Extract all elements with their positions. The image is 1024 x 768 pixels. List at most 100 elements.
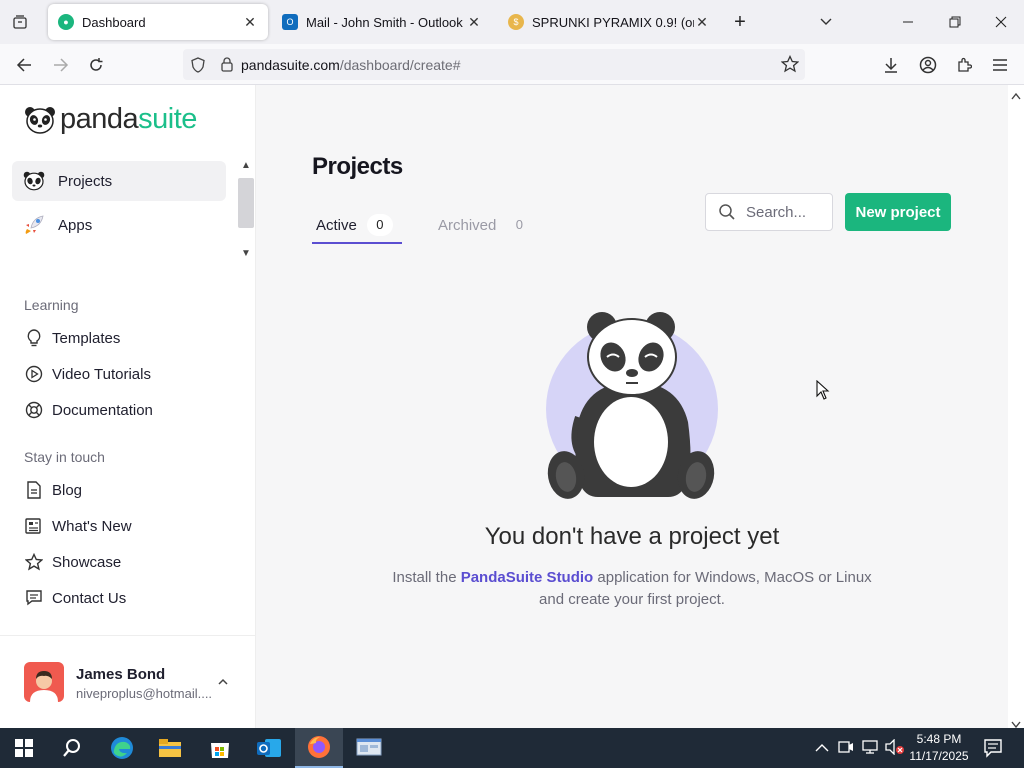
file-explorer-icon[interactable] (146, 728, 194, 768)
sidebar-item-label: Blog (52, 481, 83, 499)
page-title: Projects (312, 153, 403, 180)
section-title-learning: Learning (24, 297, 79, 313)
pandasuite-studio-link[interactable]: PandaSuite Studio (461, 569, 594, 586)
downloads-icon[interactable] (878, 52, 904, 78)
browser-tab-bar: ● Dashboard ✕ O Mail - John Smith - Outl… (0, 0, 1024, 44)
tab-archived[interactable]: Archived 0 (438, 214, 532, 236)
scroll-up-icon[interactable] (1011, 87, 1021, 105)
meet-now-icon[interactable] (838, 739, 854, 760)
tab-label: Active (316, 216, 357, 234)
chevron-up-icon[interactable] (217, 674, 229, 692)
browser-nav-bar: pandasuite.com/dashboard/create# (0, 44, 1024, 85)
scrollbar-thumb[interactable] (238, 178, 254, 228)
empty-state-title: You don't have a project yet (484, 523, 780, 550)
app-window-taskbar-icon[interactable] (345, 728, 393, 768)
lock-icon[interactable] (213, 57, 241, 72)
url-path: /dashboard/create# (339, 56, 461, 73)
page-scrollbar[interactable] (1008, 85, 1024, 729)
sidebar-item-label: Apps (58, 216, 93, 234)
newspaper-icon (24, 516, 44, 536)
bookmark-star-icon[interactable] (780, 54, 800, 76)
tab-active-underline (312, 242, 402, 244)
edge-icon[interactable] (98, 728, 146, 768)
scroll-up-icon[interactable]: ▲ (241, 160, 251, 171)
firefox-taskbar-icon[interactable] (295, 728, 343, 768)
new-tab-icon[interactable]: + (728, 10, 752, 34)
start-button[interactable] (0, 728, 48, 768)
empty-state-description: Install the PandaSuite Studio applicatio… (392, 567, 872, 611)
sidebar-item-label: Contact Us (52, 589, 127, 607)
sidebar-item-blog[interactable]: Blog (24, 480, 82, 500)
restore-icon[interactable] (943, 10, 967, 34)
close-tab-icon[interactable]: ✕ (242, 14, 258, 31)
tab-active[interactable]: Active 0 (316, 214, 393, 236)
avatar (24, 662, 64, 702)
document-icon (24, 480, 44, 500)
close-tab-icon[interactable]: ✕ (694, 14, 710, 31)
extensions-icon[interactable] (951, 52, 977, 78)
url-bar[interactable]: pandasuite.com/dashboard/create# (183, 49, 805, 80)
pandasuite-logo[interactable]: panda suite (24, 103, 197, 136)
tab-title: SPRUNKI PYRAMIX 0.9! (origina (532, 14, 694, 30)
windows-logo-icon (15, 739, 33, 757)
close-window-icon[interactable] (989, 10, 1013, 34)
outlook-taskbar-icon[interactable] (245, 728, 293, 768)
sidebar-item-label: Showcase (52, 553, 122, 571)
tab-count-badge: 0 (366, 214, 393, 236)
sidebar-scrollbar[interactable]: ▲ ▼ (238, 160, 254, 265)
user-profile[interactable]: James Bond niveproplus@hotmail.... (24, 662, 239, 704)
tab-dashboard[interactable]: ● Dashboard ✕ (48, 4, 268, 40)
panda-icon (22, 169, 46, 193)
tab-overview-icon[interactable] (8, 10, 32, 34)
microsoft-store-icon[interactable] (196, 728, 244, 768)
tab-title: Dashboard (82, 14, 146, 30)
clock-date: 11/17/2025 (909, 749, 969, 763)
volume-muted-icon[interactable] (885, 738, 905, 760)
taskbar-clock[interactable]: 5:48 PM 11/17/2025 (903, 731, 975, 765)
reload-icon[interactable] (83, 52, 109, 78)
sidebar-item-contact-us[interactable]: Contact Us (24, 588, 126, 608)
close-tab-icon[interactable]: ✕ (466, 14, 482, 31)
sidebar-item-documentation[interactable]: Documentation (24, 400, 153, 420)
sidebar-item-label: What's New (52, 517, 132, 535)
user-name: James Bond (76, 666, 166, 683)
rocket-icon (22, 213, 46, 237)
minimize-icon[interactable] (896, 10, 920, 34)
search-input[interactable]: Search... (705, 193, 833, 231)
sidebar-item-showcase[interactable]: Showcase (24, 552, 121, 572)
section-title-stay-in-touch: Stay in touch (24, 449, 105, 465)
search-taskbar-icon[interactable] (48, 728, 96, 768)
lightbulb-icon (24, 328, 44, 348)
sidebar-item-templates[interactable]: Templates (24, 328, 120, 348)
sidebar-item-projects[interactable]: Projects (12, 161, 226, 201)
tray-chevron-up-icon[interactable] (815, 740, 829, 758)
sidebar: panda suite Projects Apps ▲ ▼ Learning T… (0, 85, 256, 728)
url-domain: pandasuite.com (241, 56, 340, 73)
tab-sprunki[interactable]: $ SPRUNKI PYRAMIX 0.9! (origina ✕ (498, 4, 720, 40)
sidebar-item-apps[interactable]: Apps (12, 205, 226, 245)
notifications-icon[interactable] (983, 738, 1003, 763)
network-icon[interactable] (862, 739, 880, 760)
list-tabs-chevron-icon[interactable] (814, 10, 838, 34)
panda-illustration (538, 307, 728, 507)
sidebar-item-video-tutorials[interactable]: Video Tutorials (24, 364, 151, 384)
search-placeholder: Search... (746, 203, 807, 221)
logo-text-panda: panda (60, 103, 139, 135)
mouse-cursor-icon (816, 379, 830, 405)
account-icon[interactable] (915, 52, 941, 78)
tab-label: Archived (438, 216, 497, 234)
tab-outlook[interactable]: O Mail - John Smith - Outlook ✕ (272, 4, 492, 40)
clock-time: 5:48 PM (916, 732, 962, 746)
tracking-shield-icon[interactable] (183, 56, 213, 73)
main-content: Projects Active 0 Archived 0 Search... N… (256, 85, 1008, 728)
forward-icon[interactable] (48, 52, 74, 78)
logo-text-suite: suite (138, 103, 197, 135)
search-icon (718, 203, 736, 221)
lifebuoy-icon (24, 400, 44, 420)
new-project-button[interactable]: New project (845, 193, 951, 231)
sidebar-item-whats-new[interactable]: What's New (24, 516, 132, 536)
back-icon[interactable] (11, 52, 37, 78)
user-email: niveproplus@hotmail.... (76, 686, 213, 701)
scroll-down-icon[interactable]: ▼ (241, 248, 251, 259)
menu-hamburger-icon[interactable] (987, 52, 1013, 78)
